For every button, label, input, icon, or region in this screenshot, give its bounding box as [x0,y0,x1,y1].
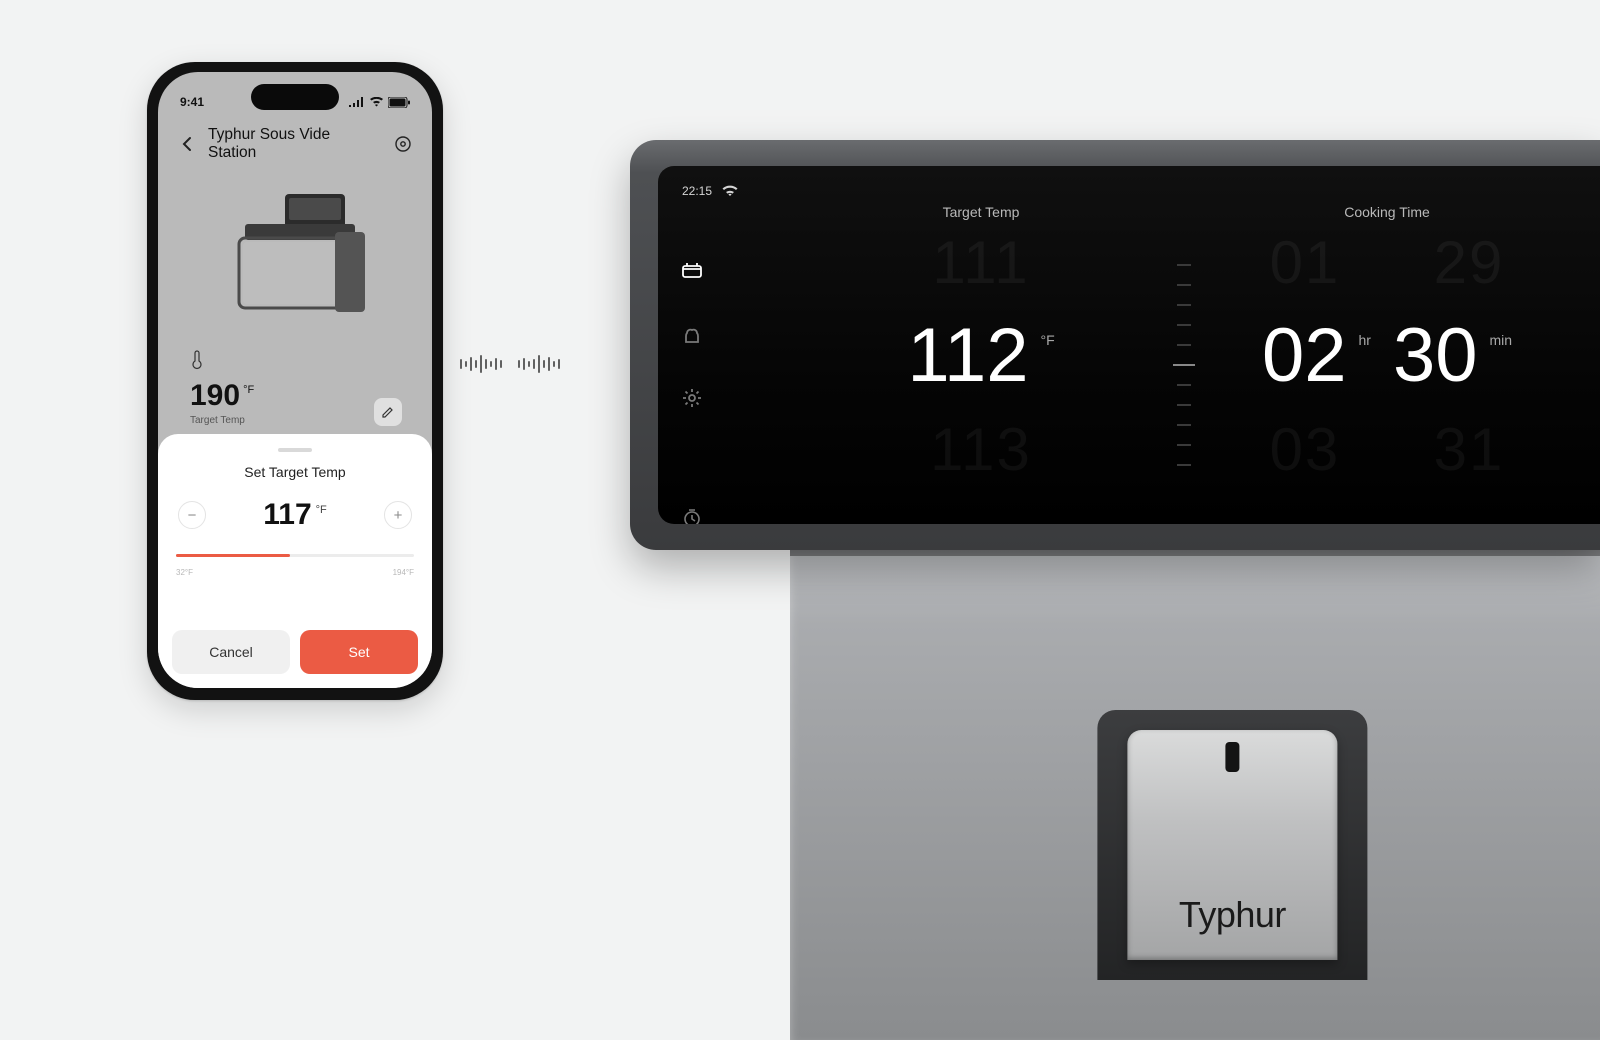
sidebar-settings-icon[interactable] [680,386,704,410]
battery-icon [388,97,410,108]
cooking-time-column[interactable]: Cooking Time 01 29 02hr 30min 03 31 [1184,194,1590,504]
app-nav-bar: Typhur Sous Vide Station [158,122,432,166]
target-temp-label: Target Temp [943,204,1020,220]
product-image [158,166,432,336]
temp-slider[interactable] [176,546,414,566]
device-sidebar [680,258,704,524]
plus-button[interactable]: + [384,501,412,529]
time-prev: 01 29 [1270,228,1505,297]
wifi-icon [722,185,738,197]
device-screen-shell: 22:15 Target Temp [630,140,1600,550]
device-dock: Typhur [1097,710,1367,980]
temp-wheel[interactable]: 111 112 °F 113 [778,266,1184,446]
device-unit: Typhur 22:15 [630,140,1600,900]
phone-screen: 9:41 Typhur Sous Vide Station [158,72,432,688]
sidebar-cook-icon[interactable] [680,258,704,282]
set-button[interactable]: Set [300,630,418,674]
target-temp-column[interactable]: Target Temp 111 112 °F 113 [778,194,1184,504]
edit-icon[interactable] [374,398,402,426]
set-target-temp-sheet: Set Target Temp − 117°F + 32°F194°F Canc… [158,434,432,688]
sync-pulse-icon [460,355,560,373]
device-panel: Target Temp 111 112 °F 113 Cooking Time [778,194,1590,504]
temp-value: 117°F [263,498,327,532]
phone-status-icons [349,97,410,108]
phone-frame: 9:41 Typhur Sous Vide Station [147,62,443,700]
device-base: Typhur [790,520,1600,1040]
time-wheel[interactable]: 01 29 02hr 30min 03 31 [1184,266,1590,446]
time-reading: 02hr 30min [1262,318,1512,394]
sidebar-timer-icon[interactable] [680,506,704,524]
sheet-grabber[interactable] [278,448,312,452]
device-cartridge: Typhur [1127,730,1337,960]
cooking-time-label: Cooking Time [1344,204,1430,220]
minus-button[interactable]: − [178,501,206,529]
thermometer-icon [190,350,204,370]
device-status-bar: 22:15 [682,184,738,198]
current-target-temp: 190°F [190,379,400,413]
cancel-button[interactable]: Cancel [172,630,290,674]
temp-reading: 112 °F [907,318,1054,394]
target-temp-card[interactable]: 190°F Target Temp [174,336,416,440]
temp-next: 113 [930,415,1032,484]
sheet-title: Set Target Temp [172,464,418,480]
brand-logo: Typhur [1179,894,1286,936]
time-next: 03 31 [1270,415,1505,484]
target-temp-label: Target Temp [190,415,400,426]
phone-time: 9:41 [180,95,204,109]
temp-stepper: − 117°F + [172,498,418,532]
settings-icon[interactable] [392,133,414,155]
dynamic-island [251,84,339,110]
temp-prev: 111 [932,228,1029,297]
device-screen[interactable]: 22:15 Target Temp [658,166,1600,524]
device-time: 22:15 [682,184,712,198]
wifi-icon [369,97,384,107]
slider-range: 32°F194°F [176,568,414,577]
app-title: Typhur Sous Vide Station [208,126,382,162]
cell-signal-icon [349,97,365,107]
sidebar-chef-icon[interactable] [680,322,704,346]
back-icon[interactable] [176,133,198,155]
